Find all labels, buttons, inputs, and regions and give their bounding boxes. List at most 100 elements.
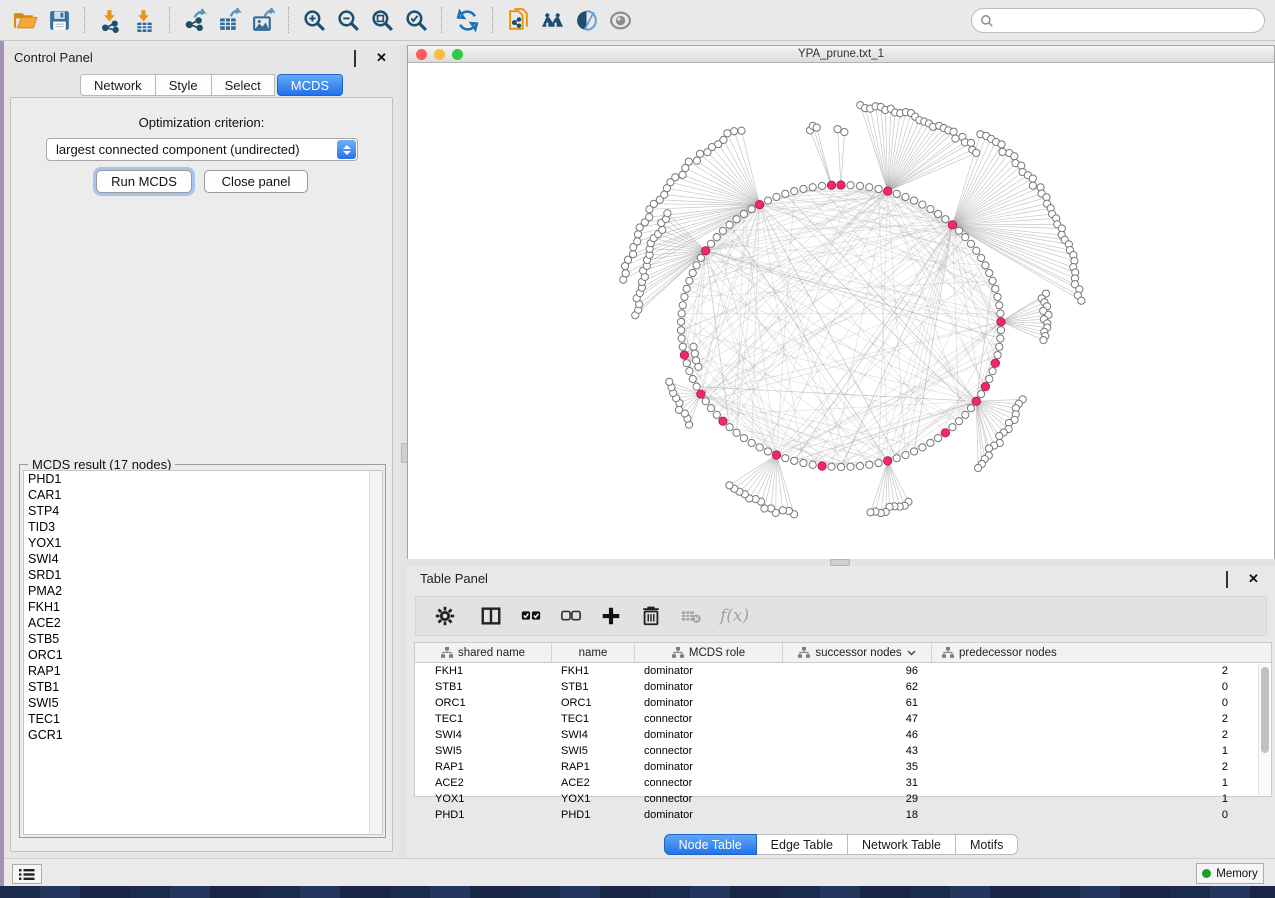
show-columns-icon[interactable]: [478, 603, 504, 629]
vizmapper-toggle-icon[interactable]: [571, 5, 601, 35]
tree-column-icon: [942, 647, 954, 658]
mcds-result-node[interactable]: SRD1: [24, 567, 382, 583]
table-cell: 1: [932, 745, 1253, 757]
mcds-result-node[interactable]: SWI4: [24, 551, 382, 567]
optimization-criterion-select[interactable]: largest connected component (undirected): [46, 138, 358, 161]
tab-node-table[interactable]: Node Table: [664, 834, 757, 855]
memory-button[interactable]: Memory: [1196, 863, 1264, 884]
refresh-view-icon[interactable]: [452, 5, 482, 35]
status-bar: Memory: [4, 858, 1275, 886]
network-window-titlebar[interactable]: YPA_prune.txt_1: [408, 46, 1274, 63]
float-panel-icon[interactable]: [1226, 572, 1239, 585]
mcds-list-scrollbar[interactable]: [369, 471, 382, 834]
close-panel-button[interactable]: Close panel: [204, 170, 308, 193]
mcds-result-node[interactable]: RAP1: [24, 663, 382, 679]
mcds-result-node[interactable]: PMA2: [24, 583, 382, 599]
table-row[interactable]: YOX1YOX1connector291: [415, 791, 1271, 807]
close-panel-icon[interactable]: ✕: [376, 51, 389, 64]
sort-descending-icon: [907, 650, 916, 656]
divider-grip[interactable]: [830, 559, 850, 566]
import-table-icon[interactable]: [129, 5, 159, 35]
mcds-result-node[interactable]: TEC1: [24, 711, 382, 727]
delete-table-icon[interactable]: [678, 603, 704, 629]
column-header-shared-name[interactable]: shared name: [415, 643, 552, 662]
mcds-result-node[interactable]: STB5: [24, 631, 382, 647]
tab-edge-table[interactable]: Edge Table: [757, 834, 848, 855]
network-canvas[interactable]: [408, 64, 1274, 559]
table-cell: RAP1: [415, 761, 552, 773]
table-scrollbar[interactable]: [1258, 664, 1270, 796]
table-cell: 61: [783, 697, 932, 709]
deselect-all-icon[interactable]: [558, 603, 584, 629]
task-history-button[interactable]: [12, 864, 42, 884]
open-file-icon[interactable]: [10, 5, 40, 35]
run-mcds-button[interactable]: Run MCDS: [96, 170, 192, 193]
table-cell: 18: [783, 809, 932, 821]
delete-column-icon[interactable]: [638, 603, 664, 629]
mcds-result-node[interactable]: SWI5: [24, 695, 382, 711]
table-cell: connector: [635, 793, 783, 805]
table-row[interactable]: SWI5SWI5connector431: [415, 743, 1271, 759]
tab-network[interactable]: Network: [80, 74, 156, 96]
table-row[interactable]: TEC1TEC1connector472: [415, 711, 1271, 727]
float-panel-icon[interactable]: [354, 51, 367, 64]
zoom-out-icon[interactable]: [333, 5, 363, 35]
tab-motifs[interactable]: Motifs: [956, 834, 1018, 855]
tab-network-table[interactable]: Network Table: [848, 834, 956, 855]
tab-mcds[interactable]: MCDS: [277, 74, 343, 96]
clone-network-icon[interactable]: [503, 5, 533, 35]
window-maximize-icon[interactable]: [452, 49, 463, 60]
export-image-icon[interactable]: [248, 5, 278, 35]
apply-function-icon[interactable]: f(x): [720, 606, 749, 626]
mcds-result-node[interactable]: ACE2: [24, 615, 382, 631]
table-toolbar: f(x): [415, 596, 1267, 636]
table-row[interactable]: FKH1FKH1dominator962: [415, 663, 1271, 679]
horizontal-split-divider[interactable]: [407, 559, 1275, 566]
search-input[interactable]: [994, 14, 1264, 28]
tab-style[interactable]: Style: [156, 74, 212, 96]
column-header-successor-nodes[interactable]: successor nodes: [783, 643, 932, 662]
mcds-result-list[interactable]: PHD1CAR1STP4TID3YOX1SWI4SRD1PMA2FKH1ACE2…: [23, 470, 383, 835]
mcds-result-node[interactable]: GCR1: [24, 727, 382, 743]
window-minimize-icon[interactable]: [434, 49, 445, 60]
mcds-result-node[interactable]: STB1: [24, 679, 382, 695]
table-row[interactable]: STB1STB1dominator620: [415, 679, 1271, 695]
mcds-result-node[interactable]: STP4: [24, 503, 382, 519]
scrollbar-thumb[interactable]: [1261, 667, 1269, 753]
table-row[interactable]: RAP1RAP1dominator352: [415, 759, 1271, 775]
table-row[interactable]: PHD1PHD1dominator180: [415, 807, 1271, 823]
zoom-selected-icon[interactable]: [401, 5, 431, 35]
table-row[interactable]: ACE2ACE2connector311: [415, 775, 1271, 791]
column-header-mcds-role[interactable]: MCDS role: [635, 643, 783, 662]
window-close-icon[interactable]: [416, 49, 427, 60]
search-objects-icon[interactable]: [537, 5, 567, 35]
mcds-result-node[interactable]: YOX1: [24, 535, 382, 551]
save-session-icon[interactable]: [44, 5, 74, 35]
graphics-details-toggle-icon[interactable]: [605, 5, 635, 35]
export-network-icon[interactable]: [180, 5, 210, 35]
mcds-result-node[interactable]: PHD1: [24, 471, 382, 487]
mcds-result-node[interactable]: TID3: [24, 519, 382, 535]
network-graph[interactable]: [408, 64, 1274, 559]
list-icon: [19, 868, 35, 881]
memory-label: Memory: [1216, 868, 1258, 880]
toolbar-separator: [441, 7, 442, 33]
import-network-icon[interactable]: [95, 5, 125, 35]
export-table-icon[interactable]: [214, 5, 244, 35]
select-all-icon[interactable]: [518, 603, 544, 629]
tab-select[interactable]: Select: [212, 74, 275, 96]
mcds-result-node[interactable]: CAR1: [24, 487, 382, 503]
mcds-result-node[interactable]: ORC1: [24, 647, 382, 663]
table-options-icon[interactable]: [432, 603, 458, 629]
column-header-name[interactable]: name: [552, 643, 635, 662]
add-column-icon[interactable]: [598, 603, 624, 629]
close-panel-icon[interactable]: ✕: [1248, 572, 1261, 585]
table-cell: dominator: [635, 697, 783, 709]
mcds-result-node[interactable]: FKH1: [24, 599, 382, 615]
zoom-fit-icon[interactable]: [367, 5, 397, 35]
app-window: Control Panel ✕ Network Style Select MCD…: [4, 0, 1275, 886]
zoom-in-icon[interactable]: [299, 5, 329, 35]
column-header-predecessor-nodes[interactable]: predecessor nodes: [932, 643, 1253, 662]
table-row[interactable]: ORC1ORC1dominator610: [415, 695, 1271, 711]
table-row[interactable]: SWI4SWI4dominator462: [415, 727, 1271, 743]
